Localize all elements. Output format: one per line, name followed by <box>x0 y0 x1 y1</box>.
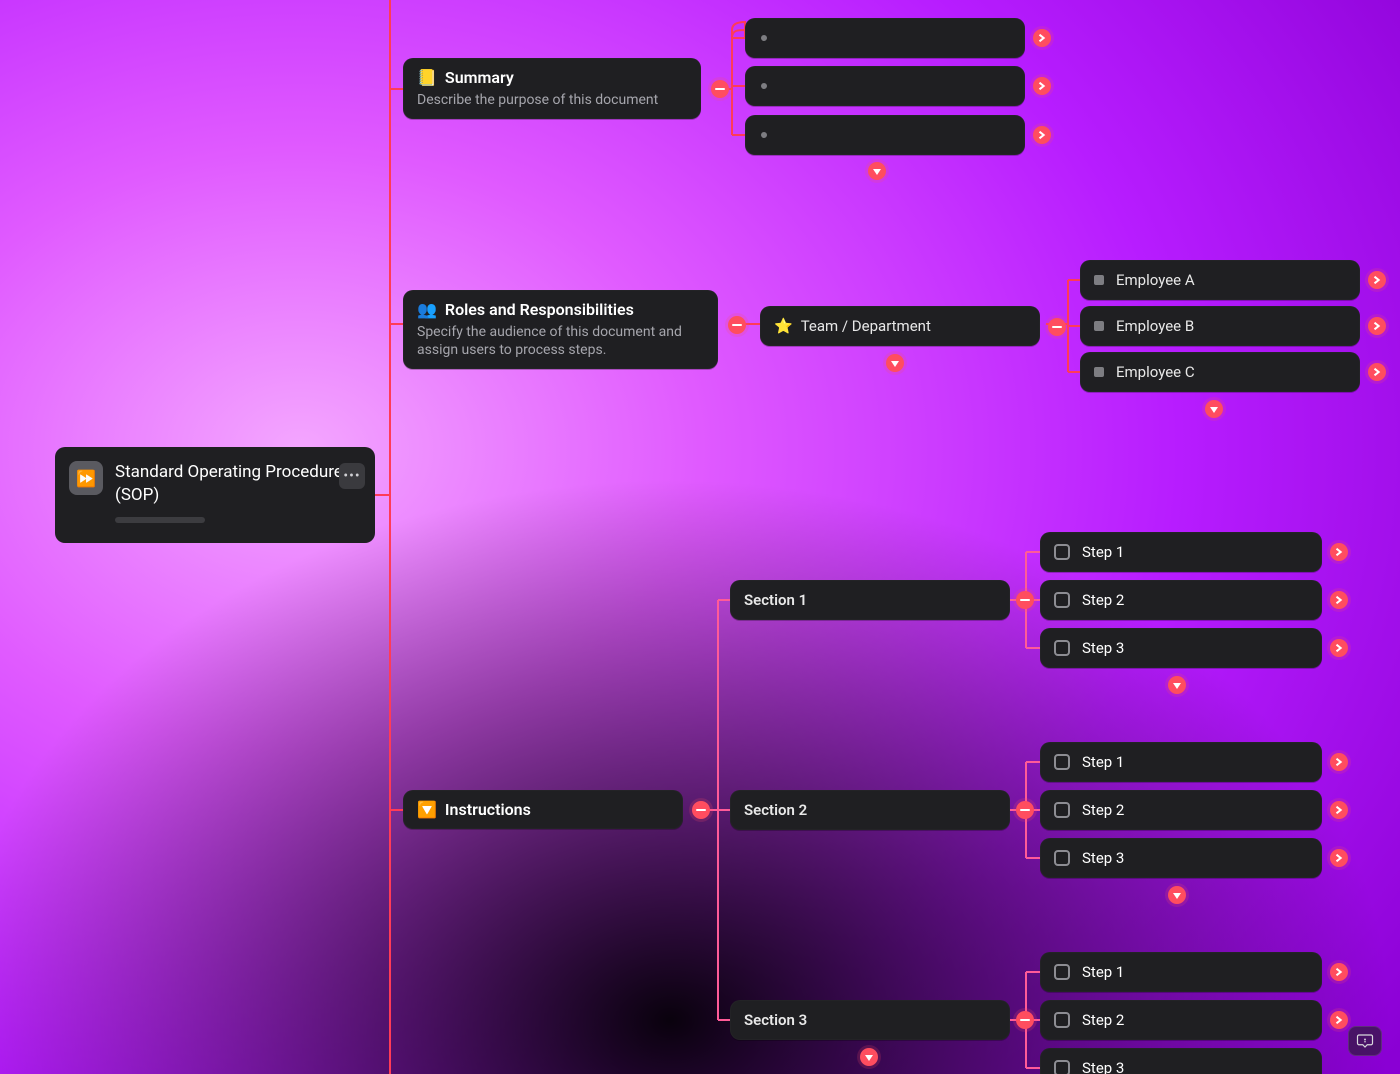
add-sibling-button[interactable] <box>1168 886 1186 904</box>
employee-c-node[interactable]: Employee C <box>1080 352 1360 392</box>
star-icon: ⭐ <box>774 317 793 335</box>
help-button[interactable] <box>1348 1026 1382 1056</box>
expand-button[interactable] <box>1330 1011 1348 1029</box>
checkbox-icon[interactable] <box>1054 754 1070 770</box>
section-2-step-1-label: Step 1 <box>1082 753 1124 771</box>
roles-title: Roles and Responsibilities <box>445 300 634 319</box>
section-3-label: Section 3 <box>744 1011 807 1029</box>
expand-button[interactable] <box>1033 77 1051 95</box>
collapse-button[interactable] <box>1048 318 1066 336</box>
summary-title: Summary <box>445 68 514 87</box>
root-node[interactable]: ⏩ Standard Operating Procedure (SOP) ••• <box>55 447 375 543</box>
add-sibling-button[interactable] <box>868 162 886 180</box>
add-sibling-button[interactable] <box>860 1048 878 1066</box>
down-arrow-icon: 🔽 <box>417 800 437 819</box>
team-label: Team / Department <box>801 317 931 335</box>
summary-bullet-1[interactable] <box>745 18 1025 58</box>
collapse-button[interactable] <box>692 801 710 819</box>
square-icon <box>1094 321 1104 331</box>
expand-button[interactable] <box>1330 753 1348 771</box>
checkbox-icon[interactable] <box>1054 544 1070 560</box>
summary-bullet-2[interactable] <box>745 66 1025 106</box>
checkbox-icon[interactable] <box>1054 1012 1070 1028</box>
add-sibling-button[interactable] <box>1168 676 1186 694</box>
notebook-icon: 📒 <box>417 68 437 87</box>
square-icon <box>1094 367 1104 377</box>
root-more-button[interactable]: ••• <box>339 463 365 489</box>
section-1-step-1-label: Step 1 <box>1082 543 1124 561</box>
section-1-node[interactable]: Section 1 <box>730 580 1010 620</box>
summary-subtitle: Describe the purpose of this document <box>417 91 687 109</box>
employee-b-label: Employee B <box>1116 317 1194 335</box>
expand-button[interactable] <box>1368 317 1386 335</box>
section-2-step-3[interactable]: Step 3 <box>1040 838 1322 878</box>
collapse-button[interactable] <box>1016 1011 1034 1029</box>
employee-a-label: Employee A <box>1116 271 1195 289</box>
section-3-step-1[interactable]: Step 1 <box>1040 952 1322 992</box>
section-3-step-3[interactable]: Step 3 <box>1040 1048 1322 1074</box>
people-icon: 👥 <box>417 300 437 319</box>
expand-button[interactable] <box>1330 849 1348 867</box>
section-3-step-2-label: Step 2 <box>1082 1011 1124 1029</box>
section-3-step-3-label: Step 3 <box>1082 1059 1124 1074</box>
square-icon <box>1094 275 1104 285</box>
section-3-step-1-label: Step 1 <box>1082 963 1124 981</box>
instructions-node[interactable]: 🔽 Instructions <box>403 790 683 829</box>
collapse-button[interactable] <box>711 80 729 98</box>
roles-subtitle: Specify the audience of this document an… <box>417 323 704 359</box>
section-3-step-2[interactable]: Step 2 <box>1040 1000 1322 1040</box>
section-3-node[interactable]: Section 3 <box>730 1000 1010 1040</box>
section-1-step-1[interactable]: Step 1 <box>1040 532 1322 572</box>
checkbox-icon[interactable] <box>1054 592 1070 608</box>
expand-button[interactable] <box>1368 271 1386 289</box>
section-1-label: Section 1 <box>744 591 807 609</box>
mindmap-canvas[interactable]: ⏩ Standard Operating Procedure (SOP) •••… <box>0 0 1400 1074</box>
expand-button[interactable] <box>1330 543 1348 561</box>
employee-c-label: Employee C <box>1116 363 1195 381</box>
checkbox-icon[interactable] <box>1054 1060 1070 1074</box>
root-subtitle-placeholder <box>115 517 205 523</box>
expand-button[interactable] <box>1330 591 1348 609</box>
section-2-label: Section 2 <box>744 801 807 819</box>
section-1-step-3-label: Step 3 <box>1082 639 1124 657</box>
summary-bullet-3[interactable] <box>745 115 1025 155</box>
add-sibling-button[interactable] <box>886 354 904 372</box>
checkbox-icon[interactable] <box>1054 640 1070 656</box>
section-1-step-3[interactable]: Step 3 <box>1040 628 1322 668</box>
instructions-title: Instructions <box>445 800 531 819</box>
employee-a-node[interactable]: Employee A <box>1080 260 1360 300</box>
section-1-step-2[interactable]: Step 2 <box>1040 580 1322 620</box>
expand-button[interactable] <box>1330 639 1348 657</box>
expand-button[interactable] <box>1368 363 1386 381</box>
root-title: Standard Operating Procedure (SOP) <box>115 461 361 507</box>
section-2-step-3-label: Step 3 <box>1082 849 1124 867</box>
section-2-node[interactable]: Section 2 <box>730 790 1010 830</box>
employee-b-node[interactable]: Employee B <box>1080 306 1360 346</box>
section-2-step-2-label: Step 2 <box>1082 801 1124 819</box>
collapse-button[interactable] <box>1016 591 1034 609</box>
checkbox-icon[interactable] <box>1054 850 1070 866</box>
summary-node[interactable]: 📒 Summary Describe the purpose of this d… <box>403 58 701 119</box>
expand-button[interactable] <box>1330 801 1348 819</box>
collapse-button[interactable] <box>728 316 746 334</box>
fast-forward-icon: ⏩ <box>69 461 103 495</box>
checkbox-icon[interactable] <box>1054 964 1070 980</box>
section-1-step-2-label: Step 2 <box>1082 591 1124 609</box>
team-node[interactable]: ⭐ Team / Department <box>760 306 1040 346</box>
expand-button[interactable] <box>1033 29 1051 47</box>
checkbox-icon[interactable] <box>1054 802 1070 818</box>
expand-button[interactable] <box>1330 963 1348 981</box>
collapse-button[interactable] <box>1016 801 1034 819</box>
roles-node[interactable]: 👥 Roles and Responsibilities Specify the… <box>403 290 718 369</box>
section-2-step-2[interactable]: Step 2 <box>1040 790 1322 830</box>
section-2-step-1[interactable]: Step 1 <box>1040 742 1322 782</box>
add-sibling-button[interactable] <box>1205 400 1223 418</box>
expand-button[interactable] <box>1033 126 1051 144</box>
